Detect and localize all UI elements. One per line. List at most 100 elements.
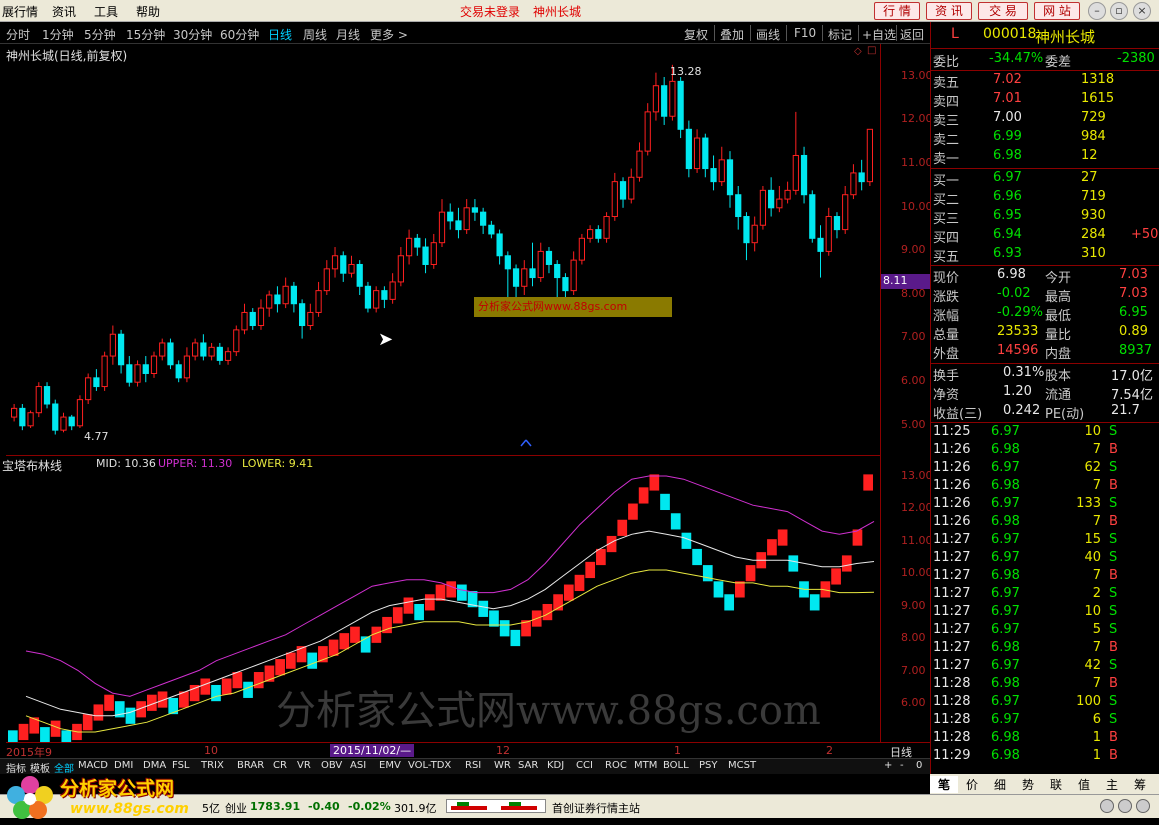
indicator-tab[interactable]: SAR: [518, 760, 538, 771]
mouse-cursor-icon: ➤: [378, 329, 394, 350]
candle-body: [331, 255, 339, 270]
candle-body: [348, 263, 355, 274]
tick-price: 6.98: [991, 640, 1020, 655]
period-60min[interactable]: 60分钟: [220, 26, 259, 43]
zoom-in-icon[interactable]: +: [884, 760, 892, 771]
indicator-tab[interactable]: RSI: [465, 760, 481, 771]
tick-price: 6.98: [991, 478, 1020, 493]
bid-volume: 930: [1081, 208, 1106, 223]
indicator-tab[interactable]: MTM: [634, 760, 657, 771]
period-intraday[interactable]: 分时: [6, 26, 30, 43]
period-daily[interactable]: 日线: [268, 26, 292, 43]
bid-price: 6.95: [993, 208, 1022, 223]
network-icon[interactable]: [1100, 799, 1114, 813]
close-icon[interactable]: ×: [1133, 2, 1151, 20]
candle-body: [109, 333, 116, 357]
overlay-button[interactable]: 叠加: [720, 26, 744, 43]
candle-body: [430, 242, 437, 265]
f10-button[interactable]: F10: [794, 26, 816, 40]
restore-icon[interactable]: ▫: [1110, 2, 1128, 20]
candle-body: [192, 342, 199, 357]
site-logo: 分析家公式网 www.88gs.com: [0, 768, 200, 825]
period-15min[interactable]: 15分钟: [126, 26, 165, 43]
indicator-tab[interactable]: EMV: [379, 760, 401, 771]
axis-tick: 10.00: [901, 200, 933, 213]
period-more[interactable]: 更多 >: [370, 26, 408, 43]
expand-icon[interactable]: □: [867, 45, 876, 56]
stat-label: 今开: [1045, 271, 1072, 286]
period-1min[interactable]: 1分钟: [42, 26, 74, 43]
indicator-tab[interactable]: OBV: [321, 760, 342, 771]
indicator-tab[interactable]: VOL-TDX: [408, 760, 451, 771]
period-30min[interactable]: 30分钟: [173, 26, 212, 43]
quote-panel-tab[interactable]: 联: [1042, 776, 1070, 793]
baota-bar: [307, 652, 318, 669]
tick-time: 11:27: [933, 568, 971, 583]
menu-help[interactable]: 帮助: [136, 3, 160, 20]
candle-body: [364, 285, 372, 309]
quote-panel-tab[interactable]: 细: [986, 776, 1014, 793]
candle-body: [43, 386, 51, 405]
draw-line-button[interactable]: 画线: [756, 26, 780, 43]
indicator-tab[interactable]: CCI: [576, 760, 593, 771]
period-5min[interactable]: 5分钟: [84, 26, 116, 43]
tick-volume: 7: [1092, 640, 1101, 655]
fund-label: 净资: [933, 388, 960, 403]
quote-button[interactable]: 行 情: [874, 2, 920, 20]
menu-news[interactable]: 资讯: [52, 3, 76, 20]
baota-bar: [767, 539, 777, 556]
restore-rights-button[interactable]: 复权: [684, 26, 708, 43]
indicator-tab[interactable]: TRIX: [201, 760, 224, 771]
quote-panel-tab[interactable]: 筹: [1126, 776, 1154, 793]
axis-tick: 7.00: [901, 330, 926, 343]
back-button[interactable]: 返回: [900, 26, 924, 43]
baota-bar: [285, 652, 296, 669]
login-status[interactable]: 交易未登录: [460, 3, 520, 20]
period-monthly[interactable]: 月线: [336, 26, 360, 43]
sound-icon[interactable]: [1118, 799, 1132, 813]
quote-panel-tab[interactable]: 价: [958, 776, 986, 793]
baota-bar: [478, 600, 489, 617]
minimize-icon[interactable]: –: [1088, 2, 1106, 20]
indicator-tab[interactable]: BRAR: [237, 760, 264, 771]
period-weekly[interactable]: 周线: [303, 26, 327, 43]
reset-zoom-icon[interactable]: 0: [916, 760, 922, 771]
tick-side: B: [1109, 640, 1118, 655]
quote-panel-tab[interactable]: 值: [1070, 776, 1098, 793]
quote-panel-tab[interactable]: 笔: [930, 776, 958, 793]
quote-panel-tab[interactable]: 势: [1014, 776, 1042, 793]
settings-icon[interactable]: [1136, 799, 1150, 813]
indicator-tab[interactable]: BOLL: [663, 760, 689, 771]
tick-time: 11:28: [933, 712, 971, 727]
zoom-out-icon[interactable]: -: [900, 760, 904, 771]
watermark-label: 分析家公式网www.88gs.com: [474, 297, 672, 317]
menu-tools[interactable]: 工具: [94, 3, 118, 20]
baota-bar: [831, 568, 841, 585]
tick-time: 11:28: [933, 730, 971, 745]
baota-boll-chart[interactable]: 宝塔布林线 MID: 10.36 UPPER: 11.30 LOWER: 9.4…: [2, 456, 880, 747]
diamond-icon[interactable]: ◇: [854, 46, 862, 57]
tick-time: 11:25: [933, 424, 971, 439]
indicator-tab[interactable]: WR: [494, 760, 511, 771]
candlestick-chart[interactable]: 神州长城(日线,前复权) 分析家公式网www.88gs.com 13.28 4.…: [6, 44, 880, 456]
candle-body: [480, 211, 487, 226]
news-button[interactable]: 资 讯: [926, 2, 972, 20]
baota-bar: [457, 584, 467, 601]
trade-button[interactable]: 交 易: [978, 2, 1028, 20]
fund-label: 换手: [933, 369, 960, 384]
indicator-tab[interactable]: CR: [273, 760, 287, 771]
indicator-tab[interactable]: VR: [297, 760, 311, 771]
mark-button[interactable]: 标记: [828, 26, 852, 43]
indicator-tab[interactable]: MCST: [728, 760, 756, 771]
indicator-tab[interactable]: ASI: [350, 760, 366, 771]
indicator-tab[interactable]: ROC: [605, 760, 627, 771]
website-button[interactable]: 网 站: [1034, 2, 1080, 20]
quote-panel-tab[interactable]: 主: [1098, 776, 1126, 793]
indicator-tab[interactable]: KDJ: [547, 760, 564, 771]
candle-body: [735, 194, 742, 218]
indicator-tab[interactable]: PSY: [699, 760, 718, 771]
add-watchlist-button[interactable]: +自选: [862, 26, 896, 43]
baota-bar: [713, 581, 724, 598]
tick-price: 6.97: [991, 694, 1020, 709]
menu-market[interactable]: 展行情: [2, 3, 38, 20]
